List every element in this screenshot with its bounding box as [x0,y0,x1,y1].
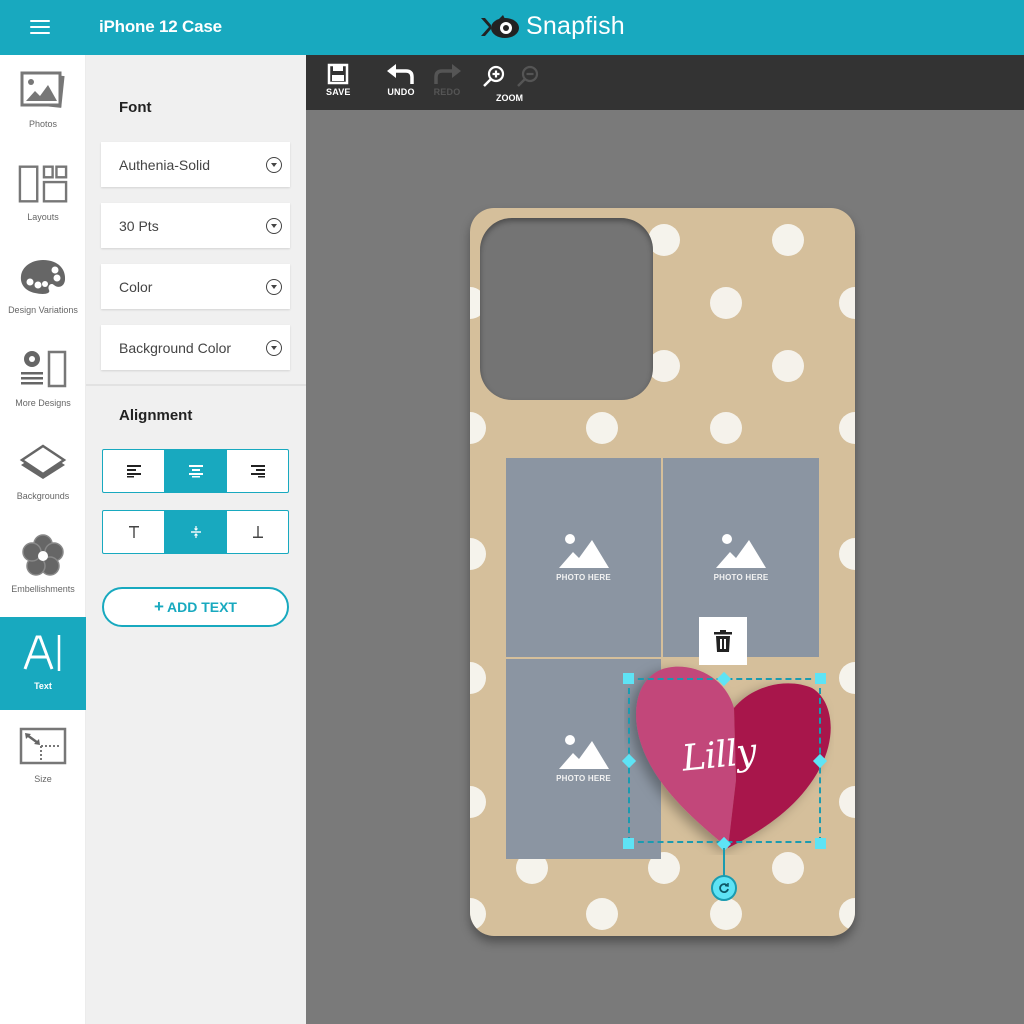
font-size-dropdown[interactable]: 30 Pts [101,203,290,248]
rail-label: Design Variations [8,305,78,315]
font-section-title: Font [119,99,152,116]
chevron-down-icon [266,217,282,234]
rail-item-photos[interactable]: Photos [0,55,86,148]
add-text-label: ADD TEXT [166,599,237,615]
rail-item-design-variations[interactable]: Design Variations [0,241,86,334]
chevron-down-icon [266,339,282,356]
zoom-out-icon [517,65,539,87]
rail-item-layouts[interactable]: Layouts [0,148,86,241]
photo-slot-label: PHOTO HERE [556,774,611,783]
rail-label: Photos [28,119,58,129]
zoom-in-icon [483,65,505,87]
rail-item-size[interactable]: Size [0,710,86,803]
dropdown-value: Background Color [119,339,232,356]
photo-slot-label: PHOTO HERE [556,572,611,582]
color-dropdown[interactable]: Color [101,264,290,309]
horizontal-alignment-group [102,449,289,493]
zoom-label: ZOOM [496,93,523,103]
align-right-button[interactable] [226,450,288,492]
image-placeholder-icon [558,533,609,568]
resize-handle-top-left[interactable] [623,673,634,684]
snapfish-fish-logo [481,14,519,38]
add-text-button[interactable]: + ADD TEXT [102,587,289,627]
rail-label: More Designs [15,398,71,408]
rail-label: Text [34,681,52,691]
rail-label: Embellishments [11,584,75,594]
image-placeholder-icon [558,735,609,769]
align-right-icon [250,465,265,478]
selection-box[interactable] [628,678,821,843]
image-placeholder-icon [716,533,766,568]
rail-item-text[interactable]: Text [0,617,86,710]
camera-cutout [480,218,653,400]
top-bar: iPhone 12 Case Snapfish [0,0,1024,55]
align-middle-button[interactable] [164,511,226,553]
align-center-icon [188,465,203,478]
rail-item-more-designs[interactable]: More Designs [0,334,86,427]
align-bottom-button[interactable] [226,511,288,553]
save-label: SAVE [326,87,351,97]
design-canvas: PHOTO HERE PHOTO HERE PHOTO HERE Lilly [306,110,1024,1024]
rail-label: Size [34,774,52,784]
alignment-section-title: Alignment [119,407,193,424]
align-top-icon [128,526,139,538]
rotate-handle[interactable] [711,875,737,901]
tool-rail: Photos Layouts Design Variations More De… [0,55,86,1024]
dropdown-value: Color [119,278,153,295]
text-cursor-icon [23,635,61,671]
align-middle-icon [190,526,201,538]
rail-label: Layouts [27,212,59,222]
more-designs-icon [21,350,67,388]
photo-slot-1[interactable]: PHOTO HERE [506,458,661,657]
rail-item-backgrounds[interactable]: Backgrounds [0,427,86,520]
undo-icon [387,64,414,84]
hamburger-icon[interactable] [30,18,52,36]
zoom-in-button[interactable] [482,65,506,87]
chevron-down-icon [266,278,282,295]
backgrounds-icon [19,444,67,479]
chevron-down-icon [266,156,282,173]
trash-icon [714,630,732,652]
section-divider [86,384,306,386]
redo-button[interactable]: REDO [432,63,462,97]
delete-element-button[interactable] [699,617,747,665]
undo-button[interactable]: UNDO [386,63,416,97]
plus-icon: + [154,597,164,616]
undo-label: UNDO [387,87,415,97]
align-bottom-icon [252,526,263,538]
save-button[interactable]: SAVE [326,63,351,97]
align-top-button[interactable] [103,511,164,553]
editor-toolbar: SAVE UNDO REDO ZOOM [306,55,1024,110]
resize-icon [19,727,67,765]
rail-label: Backgrounds [16,491,70,501]
document-title: iPhone 12 Case [99,17,222,36]
redo-icon [434,64,461,84]
dropdown-value: Authenia-Solid [119,156,211,173]
align-left-button[interactable] [103,450,164,492]
align-left-icon [126,465,141,478]
text-settings-panel: Font Authenia-Solid 30 Pts Color Backgro… [86,55,306,1024]
layouts-icon [18,165,68,203]
rotate-connector [723,848,725,878]
brand-name: Snapfish [526,12,625,40]
background-color-dropdown[interactable]: Background Color [101,325,290,370]
palette-icon [20,260,66,294]
resize-handle-top-right[interactable] [815,673,826,684]
rotate-icon [719,883,729,893]
align-center-button[interactable] [164,450,226,492]
photo-slot-label: PHOTO HERE [713,572,769,582]
resize-handle-bottom-right[interactable] [815,838,826,849]
photos-icon [20,71,65,108]
vertical-alignment-group [102,510,289,554]
save-icon [328,63,349,85]
flower-icon [22,534,64,576]
zoom-out-button[interactable] [516,65,540,87]
resize-handle-bottom-left[interactable] [623,838,634,849]
dropdown-value: 30 Pts [119,217,159,234]
font-family-dropdown[interactable]: Authenia-Solid [101,142,290,187]
redo-label: REDO [433,87,461,97]
rail-item-embellishments[interactable]: Embellishments [0,520,86,613]
brand-logo[interactable]: Snapfish [479,12,625,41]
